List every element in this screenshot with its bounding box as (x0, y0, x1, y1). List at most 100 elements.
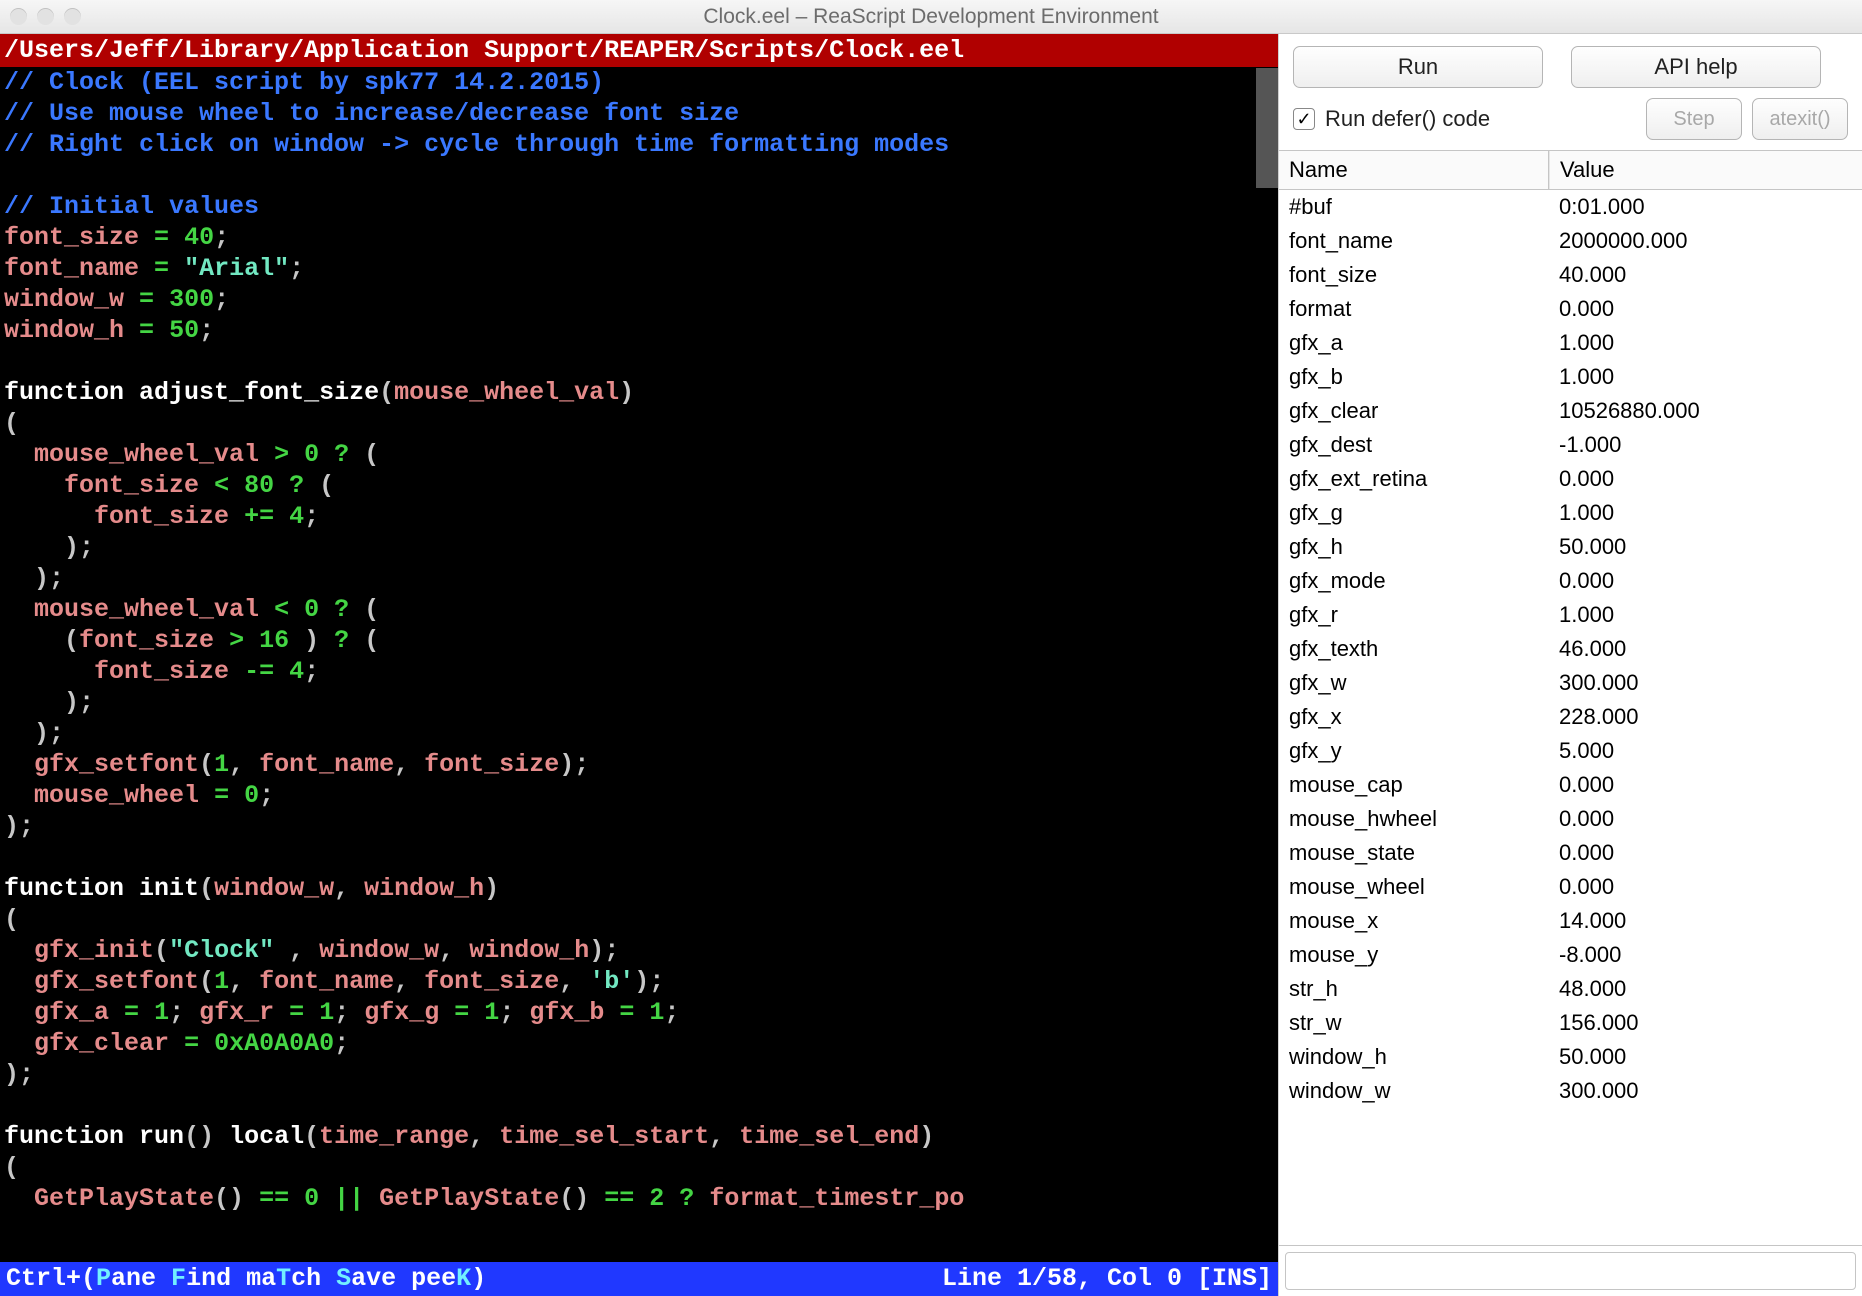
variable-row[interactable]: mouse_hwheel0.000 (1279, 802, 1862, 836)
window-zoom-button[interactable] (64, 8, 81, 25)
debug-input[interactable] (1285, 1252, 1856, 1290)
variable-value: 156.000 (1549, 1006, 1862, 1040)
variable-value: 0.000 (1549, 870, 1862, 904)
variable-name: gfx_clear (1279, 394, 1549, 428)
variable-row[interactable]: mouse_state0.000 (1279, 836, 1862, 870)
variable-name: gfx_texth (1279, 632, 1549, 666)
variable-name: mouse_cap (1279, 768, 1549, 802)
variable-name: gfx_ext_retina (1279, 462, 1549, 496)
col-value[interactable]: Value (1549, 151, 1862, 189)
variable-name: str_h (1279, 972, 1549, 1006)
variable-name: font_name (1279, 224, 1549, 258)
editor-statusbar: Ctrl+(Pane Find maTch Save peeK) Line 1/… (0, 1262, 1278, 1296)
variable-value: 5.000 (1549, 734, 1862, 768)
variable-value: 48.000 (1549, 972, 1862, 1006)
variable-row[interactable]: gfx_clear10526880.000 (1279, 394, 1862, 428)
atexit-button[interactable]: atexit() (1752, 98, 1848, 140)
statusbar-hints: Ctrl+(Pane Find maTch Save peeK) (6, 1262, 486, 1296)
window-title: Clock.eel – ReaScript Development Enviro… (0, 5, 1862, 29)
variable-value: 1.000 (1549, 360, 1862, 394)
variable-value: 300.000 (1549, 1074, 1862, 1108)
variable-row[interactable]: mouse_cap0.000 (1279, 768, 1862, 802)
variable-value: 228.000 (1549, 700, 1862, 734)
variable-name: #buf (1279, 190, 1549, 224)
window-minimize-button[interactable] (37, 8, 54, 25)
variable-value: 50.000 (1549, 1040, 1862, 1074)
file-path: /Users/Jeff/Library/Application Support/… (0, 34, 1278, 67)
variable-row[interactable]: gfx_a1.000 (1279, 326, 1862, 360)
variable-row[interactable]: gfx_g1.000 (1279, 496, 1862, 530)
variables-header[interactable]: Name Value (1279, 150, 1862, 190)
variable-name: mouse_y (1279, 938, 1549, 972)
editor-scrollbar[interactable] (1256, 68, 1278, 188)
variable-value: 0.000 (1549, 292, 1862, 326)
variable-row[interactable]: window_w300.000 (1279, 1074, 1862, 1108)
variable-value: 40.000 (1549, 258, 1862, 292)
run-defer-label: Run defer() code (1325, 106, 1490, 132)
variables-table[interactable]: #buf0:01.000font_name2000000.000font_siz… (1279, 190, 1862, 1245)
variable-name: gfx_mode (1279, 564, 1549, 598)
variable-row[interactable]: gfx_x228.000 (1279, 700, 1862, 734)
variable-row[interactable]: format0.000 (1279, 292, 1862, 326)
variable-value: 14.000 (1549, 904, 1862, 938)
variable-row[interactable]: font_name2000000.000 (1279, 224, 1862, 258)
variable-row[interactable]: gfx_ext_retina0.000 (1279, 462, 1862, 496)
variable-row[interactable]: str_h48.000 (1279, 972, 1862, 1006)
debug-input-area (1279, 1245, 1862, 1296)
variable-row[interactable]: mouse_x14.000 (1279, 904, 1862, 938)
variable-value: 0.000 (1549, 462, 1862, 496)
variable-row[interactable]: gfx_dest-1.000 (1279, 428, 1862, 462)
variable-value: -8.000 (1549, 938, 1862, 972)
variable-name: format (1279, 292, 1549, 326)
variable-row[interactable]: gfx_mode0.000 (1279, 564, 1862, 598)
variable-row[interactable]: str_w156.000 (1279, 1006, 1862, 1040)
col-name[interactable]: Name (1279, 151, 1549, 189)
variable-name: gfx_b (1279, 360, 1549, 394)
variable-value: 1.000 (1549, 326, 1862, 360)
variable-value: 0.000 (1549, 564, 1862, 598)
variable-name: gfx_w (1279, 666, 1549, 700)
variable-row[interactable]: gfx_w300.000 (1279, 666, 1862, 700)
api-help-button[interactable]: API help (1571, 46, 1821, 88)
statusbar-position: Line 1/58, Col 0 [INS] (942, 1262, 1272, 1296)
variable-row[interactable]: gfx_y5.000 (1279, 734, 1862, 768)
variable-row[interactable]: gfx_r1.000 (1279, 598, 1862, 632)
variable-row[interactable]: mouse_y-8.000 (1279, 938, 1862, 972)
variable-value: 10526880.000 (1549, 394, 1862, 428)
variable-name: str_w (1279, 1006, 1549, 1040)
code-editor[interactable]: /Users/Jeff/Library/Application Support/… (0, 34, 1278, 1296)
variable-name: gfx_h (1279, 530, 1549, 564)
variable-value: 0.000 (1549, 802, 1862, 836)
variable-value: 0.000 (1549, 836, 1862, 870)
debug-panel: Run API help ✓ Run defer() code Step ate… (1278, 34, 1862, 1296)
variable-name: font_size (1279, 258, 1549, 292)
variable-name: mouse_x (1279, 904, 1549, 938)
run-defer-checkbox[interactable]: ✓ (1293, 108, 1315, 130)
code-area[interactable]: // Clock (EEL script by spk77 14.2.2015)… (0, 67, 1278, 1262)
step-button[interactable]: Step (1646, 98, 1742, 140)
variable-name: gfx_r (1279, 598, 1549, 632)
window-titlebar: Clock.eel – ReaScript Development Enviro… (0, 0, 1862, 34)
variable-value: 46.000 (1549, 632, 1862, 666)
variable-value: 0:01.000 (1549, 190, 1862, 224)
variable-row[interactable]: #buf0:01.000 (1279, 190, 1862, 224)
variable-name: mouse_state (1279, 836, 1549, 870)
variable-name: gfx_g (1279, 496, 1549, 530)
variable-name: window_w (1279, 1074, 1549, 1108)
variable-name: gfx_a (1279, 326, 1549, 360)
variable-row[interactable]: font_size40.000 (1279, 258, 1862, 292)
variable-name: window_h (1279, 1040, 1549, 1074)
variable-value: 1.000 (1549, 598, 1862, 632)
variable-row[interactable]: gfx_b1.000 (1279, 360, 1862, 394)
variable-row[interactable]: gfx_texth46.000 (1279, 632, 1862, 666)
window-close-button[interactable] (10, 8, 27, 25)
variable-value: 50.000 (1549, 530, 1862, 564)
variable-value: 300.000 (1549, 666, 1862, 700)
variable-value: -1.000 (1549, 428, 1862, 462)
variable-row[interactable]: gfx_h50.000 (1279, 530, 1862, 564)
run-button[interactable]: Run (1293, 46, 1543, 88)
variable-row[interactable]: mouse_wheel0.000 (1279, 870, 1862, 904)
variable-name: mouse_wheel (1279, 870, 1549, 904)
variable-row[interactable]: window_h50.000 (1279, 1040, 1862, 1074)
variable-value: 1.000 (1549, 496, 1862, 530)
